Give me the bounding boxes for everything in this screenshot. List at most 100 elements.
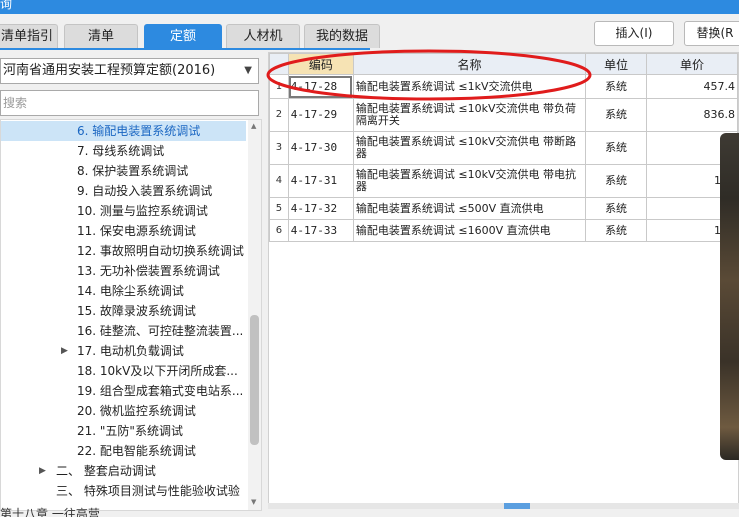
scroll-thumb[interactable]	[504, 503, 530, 509]
tree-item-label: 6. 输配电装置系统调试	[77, 124, 201, 138]
name-cell[interactable]: 输配电装置系统调试 ≤1kV交流供电	[352, 74, 587, 99]
tree-item-label: 18. 10kV及以下开闭所成套...	[77, 364, 238, 378]
expand-arrow-icon[interactable]: ▶	[61, 341, 68, 361]
table-hscrollbar[interactable]	[268, 503, 739, 509]
tree-item[interactable]: 20. 微机监控系统调试	[1, 401, 246, 421]
unit-cell[interactable]: 系统	[585, 98, 648, 132]
tab-quota[interactable]: 定额	[144, 24, 222, 48]
tree-item[interactable]: 三、 特殊项目测试与性能验收试验	[1, 481, 246, 501]
name-cell[interactable]: 输配电装置系统调试 ≤10kV交流供电 带电抗器	[352, 164, 587, 198]
tree-item-label: 9. 自动投入装置系统调试	[77, 184, 213, 198]
tree-item-label: 二、 整套启动调试	[56, 464, 156, 478]
price-cell[interactable]: 836.8	[646, 98, 738, 132]
table-row[interactable]: 5 4-17-32 输配电装置系统调试 ≤500V 直流供电 系统 8	[269, 197, 738, 220]
tree-item[interactable]: 15. 故障录波系统调试	[1, 301, 246, 321]
name-cell[interactable]: 输配电装置系统调试 ≤10kV交流供电 带负荷隔离开关	[352, 98, 587, 132]
table-row[interactable]: 2 4-17-29 输配电装置系统调试 ≤10kV交流供电 带负荷隔离开关 系统…	[269, 98, 738, 132]
tree-item[interactable]: 11. 保安电源系统调试	[1, 221, 246, 241]
tab-list-guide[interactable]: 清单指引	[0, 24, 58, 48]
tree-item-label: 10. 测量与监控系统调试	[77, 204, 208, 218]
tree-item-label: 16. 硅整流、可控硅整流装置...	[77, 324, 244, 338]
row-number: 6	[269, 219, 289, 242]
tree-item[interactable]: 18. 10kV及以下开闭所成套...	[1, 361, 246, 381]
tree-item[interactable]: 16. 硅整流、可控硅整流装置...	[1, 321, 246, 341]
unit-cell[interactable]: 系统	[585, 164, 648, 198]
scroll-up-icon[interactable]: ▲	[251, 122, 256, 130]
quota-table: 编码 名称 单位 单价 1 4-17-28 输配电装置系统调试 ≤1kV交流供电…	[268, 52, 739, 505]
row-number: 1	[269, 74, 289, 99]
header-unit[interactable]: 单位	[585, 53, 648, 75]
table-row[interactable]: 3 4-17-30 输配电装置系统调试 ≤10kV交流供电 带断路器 系统 15	[269, 131, 738, 165]
name-cell[interactable]: 输配电装置系统调试 ≤10kV交流供电 带断路器	[352, 131, 587, 165]
tree-item[interactable]: ▶ 二、 整套启动调试	[1, 461, 246, 481]
window-title: 询	[0, 0, 13, 11]
tree-item[interactable]: 22. 配电智能系统调试	[1, 441, 246, 461]
chevron-down-icon: ▼	[244, 65, 252, 76]
tree-item-label: 21. "五防"系统调试	[77, 424, 183, 438]
tree-item[interactable]: 14. 电除尘系统调试	[1, 281, 246, 301]
tree-item[interactable]: 9. 自动投入装置系统调试	[1, 181, 246, 201]
quota-grid: 编码 名称 单位 单价 1 4-17-28 输配电装置系统调试 ≤1kV交流供电…	[269, 53, 738, 242]
unit-cell[interactable]: 系统	[585, 197, 648, 220]
tab-labor-material-machine[interactable]: 人材机	[226, 24, 300, 48]
header-code[interactable]: 编码	[287, 53, 354, 75]
table-row[interactable]: 4 4-17-31 输配电装置系统调试 ≤10kV交流供电 带电抗器 系统 18…	[269, 164, 738, 198]
header-price[interactable]: 单价	[646, 53, 738, 75]
tree-item-label: 15. 故障录波系统调试	[77, 304, 196, 318]
tree-item-label: 7. 母线系统调试	[77, 144, 165, 158]
header-name[interactable]: 名称	[352, 53, 587, 75]
unit-cell[interactable]: 系统	[585, 219, 648, 242]
tree-item-label: 12. 事故照明自动切换系统调试	[77, 244, 244, 258]
tree-item-label: 11. 保安电源系统调试	[77, 224, 196, 238]
code-cell[interactable]: 4-17-31	[287, 164, 354, 198]
chapter-tree: 6. 输配电装置系统调试 7. 母线系统调试 8. 保护装置系统调试 9. 自动…	[0, 119, 262, 511]
tree-item[interactable]: 6. 输配电装置系统调试	[1, 121, 246, 141]
tree-item-label: 19. 组合型成套箱式变电站系...	[77, 384, 244, 398]
tab-my-data[interactable]: 我的数据	[304, 24, 380, 48]
tree-item[interactable]: 19. 组合型成套箱式变电站系...	[1, 381, 246, 401]
scroll-thumb[interactable]	[250, 315, 259, 445]
tree-item[interactable]: 12. 事故照明自动切换系统调试	[1, 241, 246, 261]
tree-item[interactable]: 8. 保护装置系统调试	[1, 161, 246, 181]
table-row[interactable]: 6 4-17-33 输配电装置系统调试 ≤1600V 直流供电 系统 166	[269, 219, 738, 242]
code-cell[interactable]: 4-17-33	[287, 219, 354, 242]
tree-item[interactable]: 10. 测量与监控系统调试	[1, 201, 246, 221]
row-number: 5	[269, 197, 289, 220]
tree-item-partial: 第十八章 一往高营	[0, 507, 100, 517]
code-cell[interactable]: 4-17-32	[287, 197, 354, 220]
code-cell[interactable]: 4-17-30	[287, 131, 354, 165]
tree-item[interactable]: ▶ 17. 电动机负载调试	[1, 341, 246, 361]
tree-item-label: 8. 保护装置系统调试	[77, 164, 189, 178]
table-row[interactable]: 1 4-17-28 输配电装置系统调试 ≤1kV交流供电 系统 457.4	[269, 74, 738, 99]
quota-library-select[interactable]: 河南省通用安装工程预算定额(2016) ▼	[0, 58, 259, 84]
tree-item-label: 22. 配电智能系统调试	[77, 444, 196, 458]
overlay-photo	[720, 133, 739, 460]
tree-item[interactable]: 21. "五防"系统调试	[1, 421, 246, 441]
header-rownum	[269, 53, 289, 75]
code-cell[interactable]: 4-17-28	[287, 74, 354, 99]
row-number: 2	[269, 98, 289, 132]
name-cell[interactable]: 输配电装置系统调试 ≤500V 直流供电	[352, 197, 587, 220]
tree-item-label: 14. 电除尘系统调试	[77, 284, 184, 298]
price-cell[interactable]: 457.4	[646, 74, 738, 99]
name-cell[interactable]: 输配电装置系统调试 ≤1600V 直流供电	[352, 219, 587, 242]
tab-list[interactable]: 清单	[64, 24, 138, 48]
search-input[interactable]	[0, 90, 259, 116]
tree-scrollbar[interactable]: ▲ ▼	[248, 120, 261, 510]
quota-library-value: 河南省通用安装工程预算定额(2016)	[3, 63, 216, 78]
code-cell[interactable]: 4-17-29	[287, 98, 354, 132]
expand-arrow-icon[interactable]: ▶	[39, 461, 46, 481]
row-number: 3	[269, 131, 289, 165]
tree-item-label: 13. 无功补偿装置系统调试	[77, 264, 220, 278]
tree-item[interactable]: 13. 无功补偿装置系统调试	[1, 261, 246, 281]
unit-cell[interactable]: 系统	[585, 74, 648, 99]
tree-item[interactable]: 7. 母线系统调试	[1, 141, 246, 161]
scroll-down-icon[interactable]: ▼	[251, 498, 256, 506]
table-header-row: 编码 名称 单位 单价	[269, 53, 738, 75]
replace-button[interactable]: 替换(R	[684, 21, 739, 46]
insert-button[interactable]: 插入(I)	[594, 21, 674, 46]
tree-item-label: 17. 电动机负载调试	[77, 344, 184, 358]
tree-item-label: 三、 特殊项目测试与性能验收试验	[56, 484, 240, 498]
unit-cell[interactable]: 系统	[585, 131, 648, 165]
tab-underline	[0, 48, 370, 50]
